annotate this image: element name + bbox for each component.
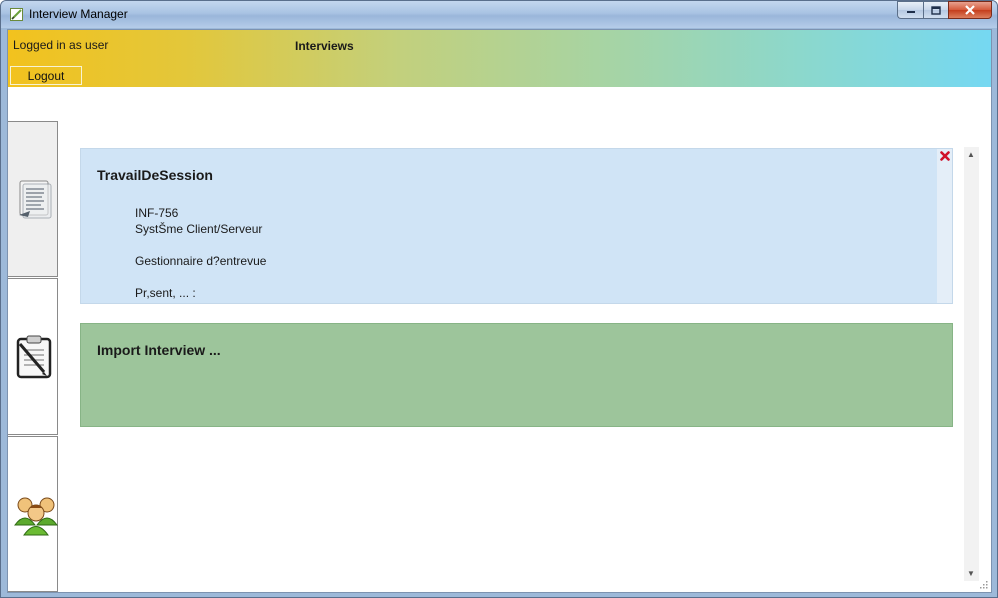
- scroll-up-icon[interactable]: ▲: [967, 150, 975, 159]
- detail-line: Gestionnaire d?entrevue: [135, 254, 267, 268]
- logged-in-label: Logged in as user: [13, 38, 109, 52]
- detail-line: [135, 269, 266, 285]
- app-window: Interview Manager Logged in as user Logo…: [0, 0, 998, 598]
- clipboard-pencil-icon: [16, 335, 52, 379]
- interview-title: TravailDeSession: [97, 167, 213, 183]
- maximize-icon: [931, 5, 941, 15]
- detail-line: [135, 237, 266, 253]
- delete-icon[interactable]: [940, 151, 950, 161]
- detail-line: INF-756: [135, 206, 179, 220]
- scroll-down-icon[interactable]: ▼: [967, 569, 975, 578]
- window-controls: [897, 1, 992, 21]
- window-title: Interview Manager: [29, 7, 128, 21]
- interview-list: TravailDeSession INF-756 SystŠme Client/…: [80, 146, 954, 582]
- users-group-icon: [14, 497, 58, 536]
- detail-line: Pr,sent, ... :: [135, 286, 196, 300]
- detail-line: SystŠme Client/Serveur: [135, 222, 263, 236]
- minimize-button[interactable]: [897, 1, 923, 19]
- sidebar-tab-interviews[interactable]: [8, 121, 58, 277]
- card-side-strip: [937, 149, 952, 303]
- page-title: Interviews: [295, 39, 354, 53]
- header-banner: Logged in as user Logout Interviews: [8, 30, 991, 87]
- close-button[interactable]: [948, 1, 992, 19]
- title-bar[interactable]: Interview Manager: [1, 1, 997, 28]
- document-list-icon: [19, 180, 52, 219]
- import-interview-label: Import Interview ...: [97, 342, 221, 358]
- resize-grip-icon[interactable]: [978, 579, 988, 589]
- interview-details: INF-756 SystŠme Client/Serveur Gestionna…: [135, 205, 266, 301]
- vertical-scrollbar[interactable]: ▲ ▼: [964, 147, 979, 581]
- sidebar-tab-users[interactable]: [8, 436, 58, 592]
- maximize-button[interactable]: [923, 1, 948, 19]
- import-interview-card[interactable]: Import Interview ...: [80, 323, 953, 427]
- interview-card[interactable]: TravailDeSession INF-756 SystŠme Client/…: [80, 148, 953, 304]
- close-icon: [965, 5, 975, 15]
- sidebar-tab-edit[interactable]: [8, 278, 58, 435]
- logout-button[interactable]: Logout: [10, 66, 82, 85]
- minimize-icon: [906, 11, 915, 13]
- client-area: Logged in as user Logout Interviews Trav…: [7, 29, 992, 593]
- app-icon: [10, 8, 23, 21]
